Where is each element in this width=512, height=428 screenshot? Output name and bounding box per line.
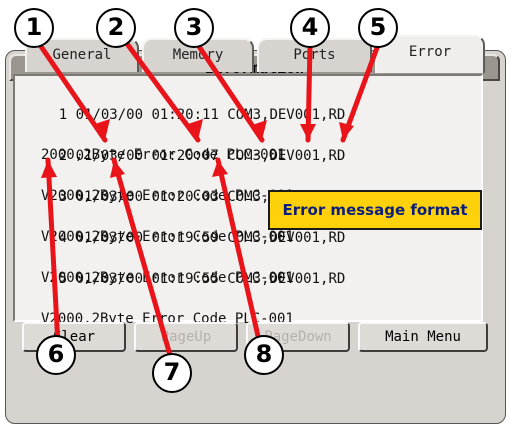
marker-5: 5 — [358, 8, 398, 48]
arrowhead-6 — [41, 160, 57, 178]
marker-7: 7 — [152, 353, 192, 393]
marker-2: 2 — [96, 8, 136, 48]
arrowhead-4 — [300, 124, 316, 140]
marker-1: 1 — [14, 8, 54, 48]
marker-6: 6 — [36, 335, 76, 375]
arrow-6 — [45, 157, 61, 348]
arrow-2 — [125, 42, 201, 143]
marker-3: 3 — [174, 8, 214, 48]
arrow-3 — [195, 42, 265, 143]
marker-8: 8 — [244, 335, 284, 375]
marker-4: 4 — [290, 8, 330, 48]
arrow-8 — [215, 157, 263, 348]
arrow-1 — [37, 42, 108, 143]
arrow-7 — [111, 157, 173, 358]
